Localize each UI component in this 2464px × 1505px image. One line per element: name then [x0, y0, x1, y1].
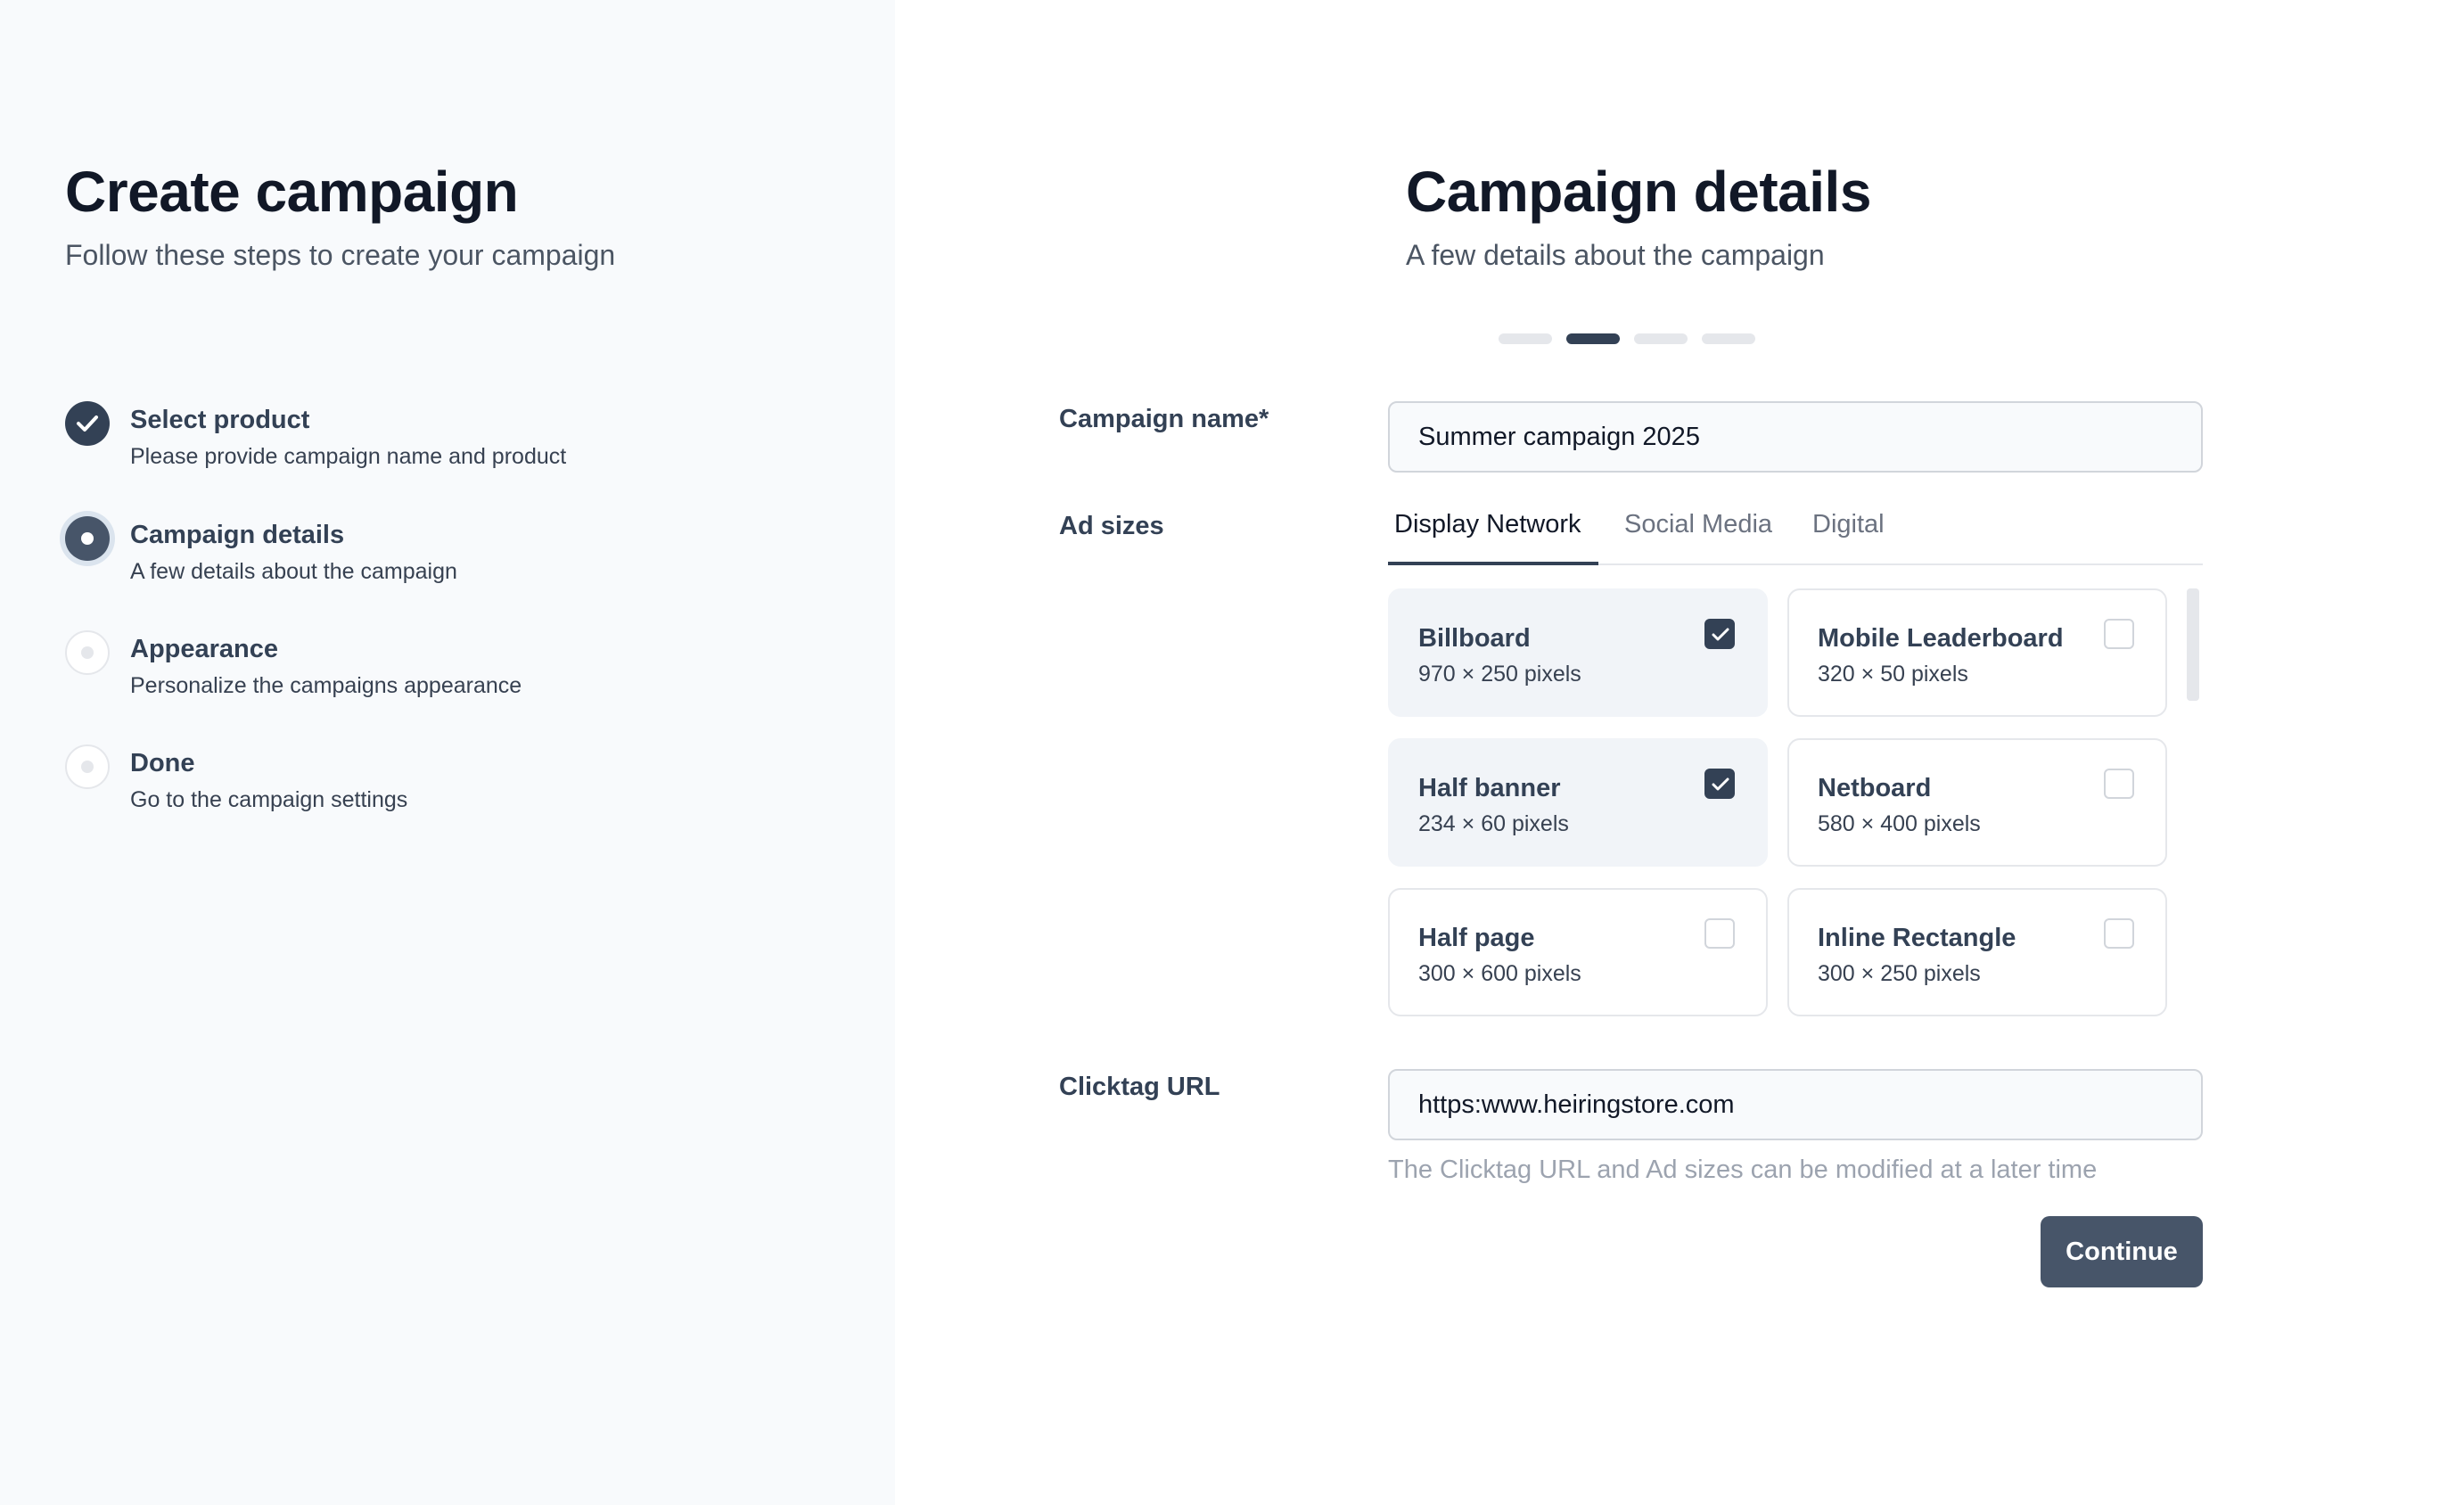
- check-icon: [77, 415, 98, 432]
- ad-size-checkbox[interactable]: [1704, 918, 1735, 949]
- ad-size-name: Billboard: [1418, 624, 1531, 653]
- ad-sizes-scrollbar[interactable]: [2187, 588, 2199, 701]
- ad-size-dimensions: 234 × 60 pixels: [1418, 811, 1569, 836]
- ad-size-checkbox[interactable]: [2104, 918, 2134, 949]
- ad-size-name: Mobile Leaderboard: [1818, 624, 2064, 653]
- step-complete-indicator: [65, 401, 110, 446]
- step-campaign-details[interactable]: Campaign details A few details about the…: [65, 516, 850, 605]
- progress-step-3: [1634, 333, 1688, 344]
- campaign-name-input[interactable]: [1388, 401, 2203, 473]
- ad-size-card-mobile-leaderboard[interactable]: Mobile Leaderboard 320 × 50 pixels: [1787, 588, 2167, 717]
- ad-sizes-label: Ad sizes: [1059, 512, 1164, 540]
- ad-size-checkbox[interactable]: [2104, 769, 2134, 799]
- step-description: Go to the campaign settings: [130, 787, 408, 812]
- step-current-indicator: [65, 516, 110, 561]
- steps-sidebar: Create campaign Follow these steps to cr…: [0, 0, 895, 1505]
- step-description: Personalize the campaigns appearance: [130, 673, 522, 698]
- step-select-product[interactable]: Select product Please provide campaign n…: [65, 401, 850, 490]
- page-subtitle: A few details about the campaign: [1406, 239, 1825, 271]
- sidebar-subtitle: Follow these steps to create your campai…: [65, 239, 616, 271]
- step-upcoming-indicator: [65, 630, 110, 675]
- ad-size-card-inline-rectangle[interactable]: Inline Rectangle 300 × 250 pixels: [1787, 888, 2167, 1016]
- progress-step-1: [1499, 333, 1552, 344]
- step-title: Appearance: [130, 635, 279, 663]
- step-appearance[interactable]: Appearance Personalize the campaigns app…: [65, 630, 850, 720]
- ad-size-card-half-page[interactable]: Half page 300 × 600 pixels: [1388, 888, 1768, 1016]
- tab-display-network[interactable]: Display Network: [1394, 510, 1581, 539]
- step-description: Please provide campaign name and product: [130, 444, 567, 469]
- clicktag-hint: The Clicktag URL and Ad sizes can be mod…: [1388, 1155, 2098, 1184]
- ad-size-card-netboard[interactable]: Netboard 580 × 400 pixels: [1787, 738, 2167, 867]
- page-title: Campaign details: [1406, 160, 1871, 224]
- ad-size-dimensions: 300 × 600 pixels: [1418, 961, 1581, 986]
- tab-digital[interactable]: Digital: [1812, 510, 1885, 539]
- ad-size-checkbox[interactable]: [1704, 769, 1735, 799]
- ad-size-checkbox[interactable]: [1704, 619, 1735, 649]
- campaign-name-label: Campaign name*: [1059, 405, 1269, 433]
- ad-size-name: Inline Rectangle: [1818, 924, 2016, 952]
- ad-size-name: Netboard: [1818, 774, 1932, 802]
- ad-size-card-half-banner[interactable]: Half banner 234 × 60 pixels: [1388, 738, 1768, 867]
- check-icon: [1712, 628, 1729, 641]
- ad-size-dimensions: 580 × 400 pixels: [1818, 811, 1981, 836]
- active-tab-indicator: [1388, 562, 1598, 565]
- ad-size-dimensions: 320 × 50 pixels: [1818, 662, 1968, 687]
- progress-step-2-active: [1566, 333, 1620, 344]
- continue-button[interactable]: Continue: [2041, 1216, 2203, 1287]
- sidebar-title: Create campaign: [65, 160, 519, 224]
- ad-size-name: Half banner: [1418, 774, 1561, 802]
- step-title: Campaign details: [130, 521, 345, 549]
- ad-sizes-tabs: Display Network Social Media Digital: [1388, 499, 2203, 565]
- clicktag-url-label: Clicktag URL: [1059, 1073, 1220, 1101]
- step-done[interactable]: Done Go to the campaign settings: [65, 744, 850, 834]
- clicktag-url-input[interactable]: [1388, 1069, 2203, 1140]
- step-description: A few details about the campaign: [130, 559, 457, 584]
- ad-size-dimensions: 300 × 250 pixels: [1818, 961, 1981, 986]
- ad-size-dimensions: 970 × 250 pixels: [1418, 662, 1581, 687]
- ad-size-checkbox[interactable]: [2104, 619, 2134, 649]
- step-title: Select product: [130, 406, 310, 434]
- tab-social-media[interactable]: Social Media: [1624, 510, 1772, 539]
- ad-size-card-billboard[interactable]: Billboard 970 × 250 pixels: [1388, 588, 1768, 717]
- progress-step-4: [1702, 333, 1755, 344]
- step-title: Done: [130, 749, 195, 777]
- check-icon: [1712, 777, 1729, 791]
- ad-size-name: Half page: [1418, 924, 1535, 952]
- step-upcoming-indicator: [65, 744, 110, 789]
